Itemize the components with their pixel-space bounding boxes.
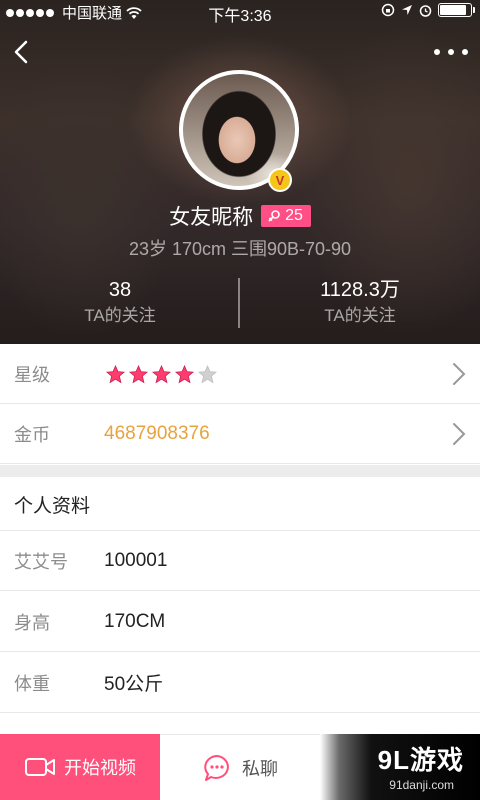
count-label: TA的关注: [84, 306, 156, 325]
coins-row[interactable]: 金币 4687908376: [0, 404, 480, 464]
followers-count[interactable]: 1128.3万 TA的关注: [240, 276, 480, 328]
vip-badge: V: [268, 168, 292, 192]
section-title: 个人资料: [14, 496, 91, 517]
row-value: 170CM: [104, 610, 166, 632]
chevron-right-icon: [453, 363, 466, 385]
count-value: 38: [108, 279, 132, 301]
battery-fill: [440, 5, 466, 15]
battery-icon: [438, 3, 475, 17]
body-stats: 23岁 170cm 三围90B-70-90: [128, 239, 352, 259]
nickname: 女友昵称: [169, 206, 254, 229]
section-divider: [0, 465, 480, 477]
row-label: 星级: [14, 364, 50, 385]
count-value: 1128.3万: [320, 279, 400, 301]
info-row-id: 艾艾号 100001: [0, 531, 480, 591]
coins-value: 4687908376: [104, 422, 210, 444]
following-count[interactable]: 38 TA的关注: [0, 276, 240, 328]
more-dot: [448, 49, 454, 55]
status-bar: 中国联通 下午3:36: [0, 0, 480, 25]
start-video-button[interactable]: 开始视频: [0, 734, 160, 800]
count-label: TA的关注: [324, 306, 396, 325]
star-filled-icon: [129, 365, 148, 384]
more-dot: [462, 49, 468, 55]
profile-header: 中国联通 下午3:36 V 女友昵称 25 23岁 170cm 三围90B-70…: [0, 0, 480, 344]
location-icon: [402, 5, 412, 15]
row-label: 艾艾号: [14, 551, 68, 572]
star-rating: [106, 365, 217, 384]
row-label: 金币: [14, 424, 50, 445]
site-watermark: 9L游戏 91danji.com: [320, 734, 480, 800]
more-dot: [434, 49, 440, 55]
star-filled-icon: [152, 365, 171, 384]
follow-counts: 38 TA的关注 1128.3万 TA的关注: [0, 276, 480, 332]
star-filled-icon: [175, 365, 194, 384]
more-options-button[interactable]: [434, 40, 468, 64]
row-value: 50公斤: [104, 674, 164, 695]
watermark-logo: 9L游戏: [377, 745, 464, 775]
private-chat-button[interactable]: 私聊: [160, 734, 320, 800]
status-right: [381, 3, 475, 17]
age-value: 25: [285, 207, 303, 224]
level-row[interactable]: 星级: [0, 344, 480, 404]
watermark-url: 91danji.com: [389, 778, 454, 792]
video-button-label: 开始视频: [64, 758, 136, 778]
row-label: 体重: [14, 673, 50, 694]
row-label: 身高: [14, 612, 50, 633]
female-icon: [268, 210, 280, 222]
star-filled-icon: [106, 365, 125, 384]
alarm-icon: [419, 4, 432, 17]
bottom-action-bar: 开始视频 私聊 9L游戏 91danji.com: [0, 734, 480, 800]
gender-age-badge: 25: [261, 205, 311, 227]
info-row-weight: 体重 50公斤: [0, 653, 480, 713]
star-empty-icon: [198, 365, 217, 384]
chevron-right-icon: [453, 423, 466, 445]
row-value: 100001: [104, 549, 168, 571]
personal-info-header: 个人资料: [0, 477, 480, 531]
chat-button-label: 私聊: [242, 758, 278, 779]
name-row: 女友昵称 25: [0, 201, 480, 231]
back-button[interactable]: [6, 34, 42, 70]
rotation-lock-icon: [381, 3, 395, 17]
chat-bubble-icon: [204, 754, 229, 781]
info-row-height: 身高 170CM: [0, 592, 480, 652]
video-camera-icon: [25, 758, 55, 776]
